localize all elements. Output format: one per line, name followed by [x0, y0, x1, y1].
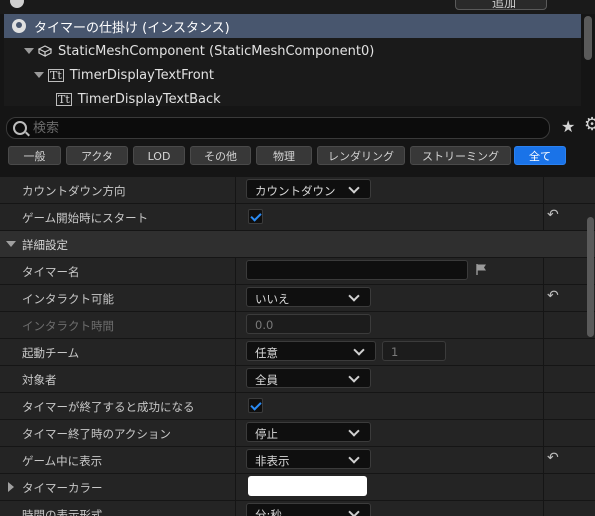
- start-at-game-start-checkbox[interactable]: [248, 209, 263, 224]
- expand-arrow-icon[interactable]: [8, 482, 14, 492]
- target-dropdown[interactable]: 全員: [246, 368, 371, 388]
- property-row-time-format: 時間の表示形式 分:秒: [0, 501, 595, 516]
- actor-icon: [10, 0, 24, 8]
- static-mesh-icon: [38, 45, 52, 57]
- chevron-down-icon: [348, 290, 360, 302]
- filter-physics-button[interactable]: 物理: [256, 146, 312, 165]
- filter-actor-button[interactable]: アクタ: [66, 146, 128, 165]
- flag-icon[interactable]: [476, 263, 488, 275]
- can-interact-dropdown[interactable]: いいえ: [246, 287, 371, 307]
- input-value: 0.0: [255, 318, 274, 332]
- section-advanced[interactable]: 詳細設定: [0, 231, 595, 257]
- dropdown-value: 分:秒: [255, 508, 282, 516]
- chevron-down-icon: [348, 452, 360, 464]
- filter-rendering-button[interactable]: レンダリング: [317, 146, 405, 165]
- search-input[interactable]: [33, 119, 533, 137]
- tree-item-static-mesh-component[interactable]: StaticMeshComponent (StaticMeshComponent…: [4, 39, 581, 63]
- property-row-activating-team: 起動チーム 任意 1: [0, 339, 595, 366]
- succeed-on-finish-checkbox[interactable]: [248, 398, 263, 413]
- property-label: 時間の表示形式: [22, 508, 103, 516]
- add-component-button[interactable]: 追加: [455, 0, 547, 10]
- property-label: 対象者: [22, 373, 57, 387]
- text-render-icon: Tt: [56, 92, 72, 106]
- property-label: タイマーカラー: [22, 481, 103, 495]
- property-row-start-at-game-start: ゲーム開始時にスタート ↶: [0, 204, 595, 231]
- property-row-timer-name: タイマー名: [0, 258, 595, 285]
- actor-icon: [12, 19, 26, 33]
- reset-to-default-icon[interactable]: ↶: [547, 207, 559, 223]
- dropdown-value: 任意: [255, 346, 278, 360]
- text-render-icon: Tt: [48, 68, 64, 82]
- filter-streaming-button[interactable]: ストリーミング: [410, 146, 511, 165]
- tree-item-label: タイマーの仕掛け (インスタンス): [34, 20, 230, 36]
- property-row-target: 対象者 全員: [0, 366, 595, 393]
- show-in-game-dropdown[interactable]: 非表示: [246, 449, 371, 469]
- property-row-can-interact: インタラクト可能 いいえ ↶: [0, 285, 595, 312]
- property-label: タイマー終了時のアクション: [22, 427, 171, 441]
- chevron-down-icon: [348, 182, 360, 194]
- filter-all-button[interactable]: 全て: [514, 146, 566, 165]
- reset-to-default-icon[interactable]: ↶: [547, 450, 559, 466]
- property-row-show-in-game: ゲーム中に表示 非表示 ↶: [0, 447, 595, 474]
- property-row-countdown-direction: カウントダウン方向 カウントダウン: [0, 177, 595, 204]
- tree-item-label: TimerDisplayTextFront: [69, 67, 215, 83]
- finish-action-dropdown[interactable]: 停止: [246, 422, 371, 442]
- dropdown-value: いいえ: [255, 292, 290, 306]
- details-header: 追加: [0, 0, 595, 14]
- team-number-input: 1: [382, 341, 446, 361]
- tree-scrollbar[interactable]: [584, 16, 592, 60]
- tree-item-label: StaticMeshComponent (StaticMeshComponent…: [58, 43, 375, 59]
- search-box: [6, 117, 550, 139]
- tree-item-actor-instance[interactable]: タイマーの仕掛け (インスタンス): [4, 14, 581, 38]
- property-label: 起動チーム: [22, 346, 80, 360]
- property-label: インタラクト可能: [22, 292, 114, 306]
- search-icon: [13, 121, 27, 135]
- section-label: 詳細設定: [22, 238, 68, 252]
- chevron-down-icon: [353, 344, 365, 356]
- chevron-down-icon: [348, 506, 360, 516]
- interact-time-input: 0.0: [246, 314, 371, 334]
- filter-general-button[interactable]: 一般: [8, 146, 61, 165]
- property-label: タイマーが終了すると成功になる: [22, 400, 195, 414]
- dropdown-value: 停止: [255, 427, 278, 441]
- timer-color-swatch[interactable]: [248, 476, 367, 496]
- time-format-dropdown[interactable]: 分:秒: [246, 503, 371, 516]
- filter-misc-button[interactable]: その他: [190, 146, 251, 165]
- dropdown-value: カウントダウン: [255, 184, 336, 198]
- timer-name-input[interactable]: [246, 260, 468, 280]
- collapse-arrow-icon[interactable]: [6, 241, 16, 247]
- property-grid: カウントダウン方向 カウントダウン ゲーム開始時にスタート ↶ 詳細設定 タイマ…: [0, 177, 595, 516]
- tree-item-timer-display-text-front[interactable]: Tt TimerDisplayTextFront: [4, 63, 581, 87]
- chevron-down-icon: [348, 371, 360, 383]
- filter-lod-button[interactable]: LOD: [133, 146, 185, 165]
- gear-icon[interactable]: ⚙: [584, 114, 595, 135]
- chevron-down-icon: [348, 425, 360, 437]
- input-value: 1: [391, 345, 399, 359]
- expand-arrow-icon[interactable]: [24, 48, 34, 54]
- property-label: ゲーム中に表示: [22, 454, 103, 468]
- add-button-label: 追加: [492, 0, 517, 10]
- property-row-timer-color: タイマーカラー: [0, 474, 595, 501]
- star-icon[interactable]: ★: [561, 117, 575, 136]
- property-row-interact-time: インタラクト時間 0.0: [0, 312, 595, 339]
- component-tree: タイマーの仕掛け (インスタンス) StaticMeshComponent (S…: [4, 14, 581, 106]
- property-row-succeed-on-finish: タイマーが終了すると成功になる: [0, 393, 595, 420]
- property-label: インタラクト時間: [22, 319, 114, 333]
- dropdown-value: 全員: [255, 373, 278, 387]
- property-label: カウントダウン方向: [22, 184, 126, 198]
- countdown-direction-dropdown[interactable]: カウントダウン: [246, 179, 371, 199]
- property-row-finish-action: タイマー終了時のアクション 停止: [0, 420, 595, 447]
- activating-team-dropdown[interactable]: 任意: [246, 341, 376, 361]
- expand-arrow-icon[interactable]: [34, 72, 44, 78]
- reset-to-default-icon[interactable]: ↶: [547, 288, 559, 304]
- dropdown-value: 非表示: [255, 454, 290, 468]
- property-grid-scrollbar[interactable]: [587, 217, 594, 337]
- property-label: ゲーム開始時にスタート: [22, 211, 149, 225]
- property-label: タイマー名: [22, 265, 80, 279]
- tree-item-label: TimerDisplayTextBack: [77, 91, 221, 107]
- tree-item-timer-display-text-back[interactable]: Tt TimerDisplayTextBack: [4, 87, 581, 106]
